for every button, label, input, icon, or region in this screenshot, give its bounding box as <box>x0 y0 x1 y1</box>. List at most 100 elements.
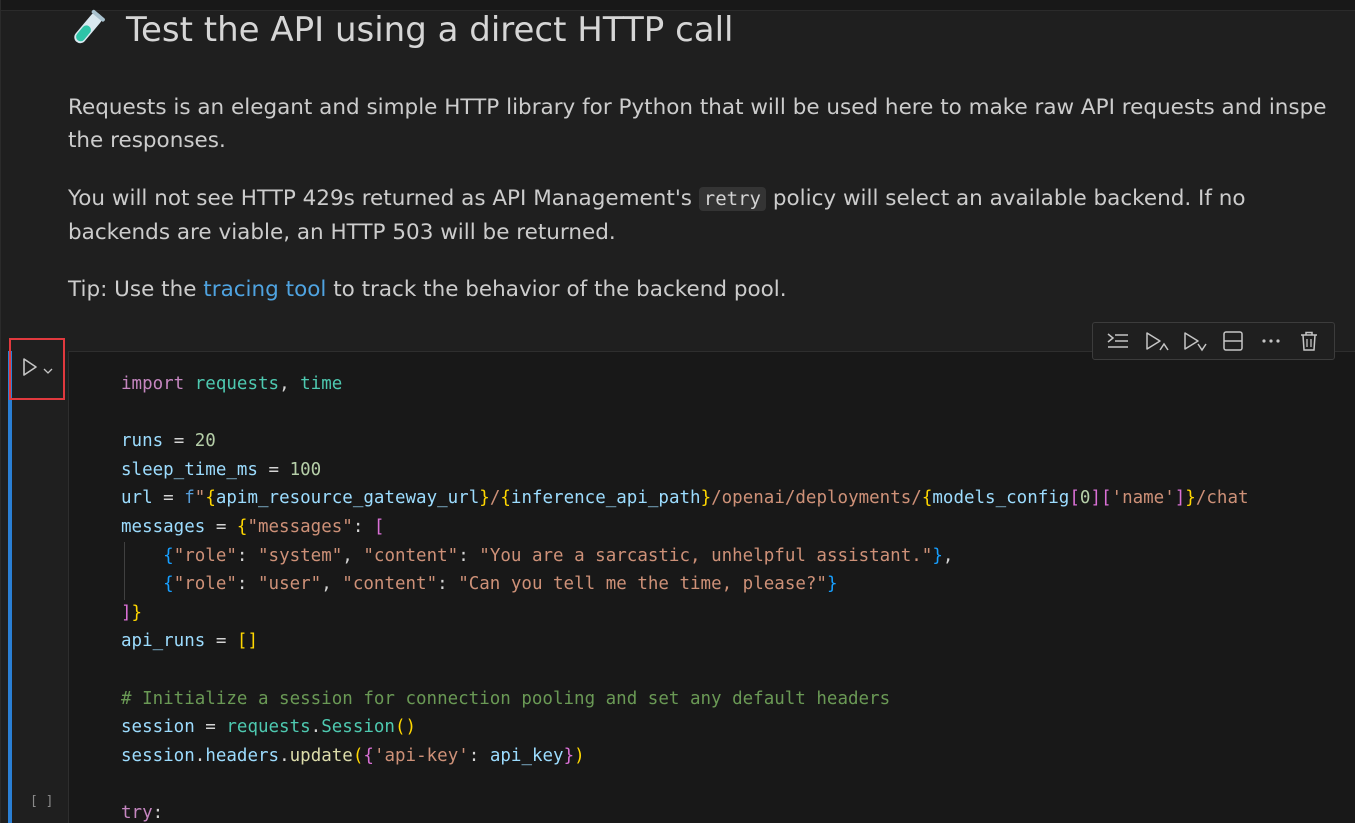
execution-count: [ ] <box>30 794 54 809</box>
code-token: runs <box>121 431 164 452</box>
code-token: { <box>363 745 374 766</box>
code-token: () <box>394 717 417 738</box>
code-token: "system" <box>258 545 343 566</box>
code-token: "messages" <box>247 516 353 537</box>
execute-cell-and-below-button[interactable] <box>1139 325 1173 357</box>
test-tube-icon <box>68 8 108 48</box>
code-token: } <box>1185 488 1196 509</box>
code-token: "content" <box>342 574 438 595</box>
more-actions-button[interactable] <box>1254 325 1288 357</box>
paragraph-line: Requests is an elegant and simple HTTP l… <box>68 95 1327 120</box>
execute-cell-and-below-icon <box>1146 332 1169 351</box>
execute-and-below-icon <box>1184 332 1208 352</box>
code-token: 20 <box>194 431 216 452</box>
code-token: /openai/deployments/ <box>711 488 922 509</box>
code-token: "user" <box>258 574 322 595</box>
code-cell-editor[interactable]: import requests, time runs = 20 sleep_ti… <box>68 351 1355 823</box>
code-token: "role" <box>173 545 237 566</box>
code-token: "content" <box>363 545 459 566</box>
code-token: api_key <box>489 745 564 766</box>
code-token: { <box>205 488 216 509</box>
inline-code-retry: retry <box>698 187 766 211</box>
execute-and-below-button[interactable] <box>1177 325 1211 357</box>
split-cell-button[interactable] <box>1216 325 1250 357</box>
code-token: inference_api_path <box>510 488 701 509</box>
code-token: ] <box>121 602 132 623</box>
code-token: session <box>121 717 195 738</box>
paragraph-text: policy will select an available backend.… <box>765 186 1246 211</box>
code-editor-text[interactable]: import requests, time runs = 20 sleep_ti… <box>121 370 1249 823</box>
cell-toolbar <box>1092 322 1335 360</box>
code-token: } <box>131 602 143 623</box>
code-token: } <box>563 745 575 766</box>
code-token: messages <box>121 516 206 537</box>
code-token: /chat <box>1195 488 1249 509</box>
delete-cell-button[interactable] <box>1292 325 1326 357</box>
code-token: { <box>500 488 511 509</box>
code-token: time <box>300 374 343 394</box>
code-token: ] <box>1174 488 1186 509</box>
paragraph-line: backends are viable, an HTTP 503 will be… <box>68 220 616 245</box>
paragraph-text: to track the behavior of the backend poo… <box>326 277 787 302</box>
code-token: 'name' <box>1111 488 1175 509</box>
markdown-cell[interactable]: Test the API using a direct HTTP call Re… <box>68 0 1355 320</box>
code-token: ( <box>352 745 364 766</box>
code-token: [ <box>1100 488 1112 509</box>
code-token: models_config <box>932 488 1070 509</box>
run-cell-button[interactable] <box>9 338 65 400</box>
code-token: session <box>121 745 195 766</box>
code-token: } <box>479 488 490 509</box>
paragraph-text: Tip: Use the <box>68 277 204 302</box>
code-token: { <box>236 516 248 537</box>
code-token: try <box>121 802 153 823</box>
code-token: ) <box>574 745 585 766</box>
markdown-paragraph-retry: You will not see HTTP 429s returned as A… <box>68 182 1355 249</box>
code-token: url <box>121 488 153 509</box>
split-cell-icon <box>1222 331 1243 351</box>
code-token: f <box>184 488 195 509</box>
code-token: / <box>489 488 501 509</box>
code-token: Session <box>321 717 395 738</box>
code-token: requests <box>226 717 311 738</box>
code-token: } <box>932 545 943 566</box>
code-token: } <box>700 488 712 509</box>
paragraph-text: You will not see HTTP 429s returned as A… <box>68 186 699 211</box>
play-icon[interactable] <box>21 357 39 381</box>
paragraph-line: You will not see HTTP 429s returned as A… <box>68 182 1355 216</box>
code-token: } <box>826 574 838 595</box>
code-token: 0 <box>1079 488 1091 509</box>
code-token: sleep_time_ms <box>121 459 258 480</box>
code-token: " <box>194 488 206 509</box>
code-token: 100 <box>289 459 322 480</box>
code-token: # Initialize a session for connection po… <box>121 688 891 709</box>
code-token: "You are a sarcastic, unhelpful assistan… <box>479 545 933 566</box>
code-token: requests <box>194 374 280 394</box>
delete-cell-icon <box>1300 331 1317 351</box>
code-token: apim_resource_gateway_url <box>215 488 480 509</box>
code-token: [] <box>236 631 258 652</box>
code-token: [ <box>1069 488 1080 509</box>
code-token: headers <box>205 745 280 766</box>
cell-focus-indicator <box>8 351 12 823</box>
code-token: { <box>163 545 174 566</box>
code-token: { <box>163 574 174 595</box>
code-token: ] <box>1090 488 1101 509</box>
more-actions-icon <box>1262 339 1280 343</box>
markdown-paragraph-requests: Requests is an elegant and simple HTTP l… <box>68 91 1355 157</box>
code-token: 'api-key' <box>373 745 469 766</box>
code-token: { <box>921 488 933 509</box>
code-token: [ <box>373 516 385 537</box>
code-token: update <box>289 745 353 766</box>
execute-above-icon <box>1107 333 1129 348</box>
paragraph-line: the responses. <box>68 128 226 153</box>
chevron-down-icon[interactable] <box>43 360 53 379</box>
code-token: api_runs <box>121 631 206 652</box>
code-token: import <box>121 374 185 394</box>
markdown-heading-text: Test the API using a direct HTTP call <box>126 10 734 50</box>
markdown-heading: Test the API using a direct HTTP call <box>68 8 734 50</box>
editor-left-edge <box>0 0 1 823</box>
tracing-tool-link[interactable]: tracing tool <box>203 277 326 302</box>
execute-above-button[interactable] <box>1101 325 1135 357</box>
code-token: "Can you tell me the time, please?" <box>458 574 827 595</box>
markdown-paragraph-tip: Tip: Use the tracing tool to track the b… <box>68 273 1355 306</box>
